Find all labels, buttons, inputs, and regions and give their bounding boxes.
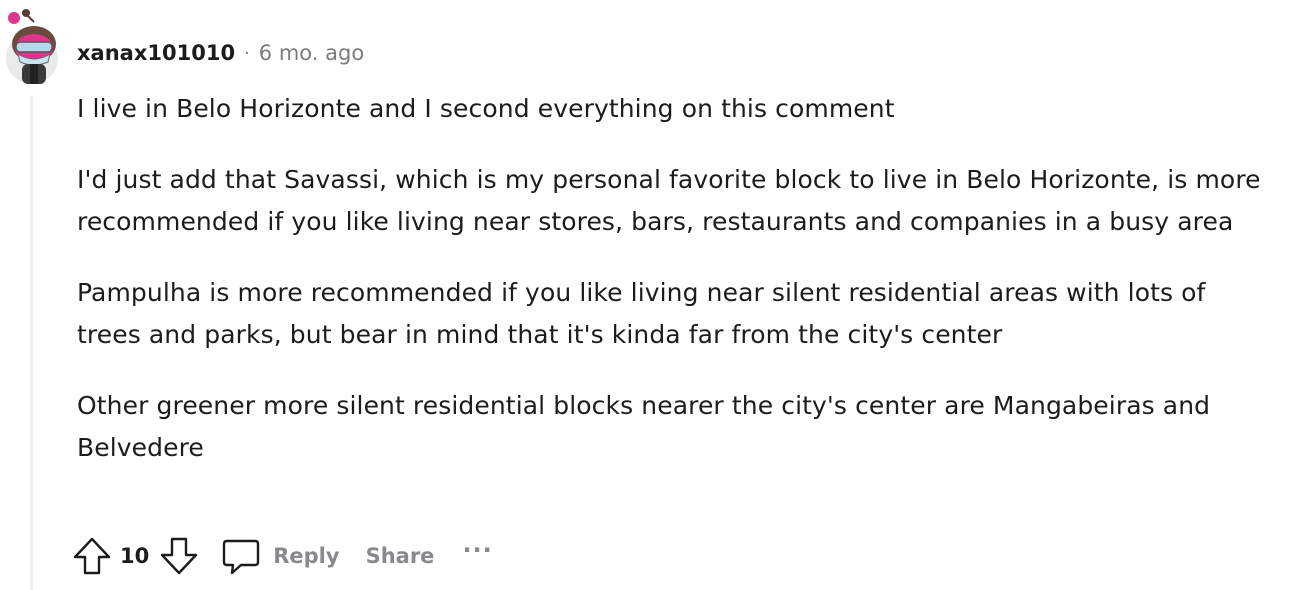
downvote-button[interactable]: [159, 535, 199, 577]
paragraph: I'd just add that Savassi, which is my p…: [77, 164, 1261, 237]
separator-dot: ·: [244, 42, 250, 64]
arrow-up-icon: [73, 537, 111, 575]
arrow-down-icon: [161, 537, 198, 575]
thread-line[interactable]: [30, 96, 33, 590]
vote-score: 10: [120, 544, 150, 568]
comment: xanax101010 · 6 mo. ago I live in Belo H…: [0, 0, 1298, 590]
user-avatar[interactable]: [4, 6, 60, 84]
upvote-button[interactable]: [72, 535, 112, 577]
comment-actions: 10 Reply Share ···: [72, 533, 493, 579]
share-button[interactable]: Share: [366, 544, 435, 568]
reply-button[interactable]: Reply: [221, 535, 340, 577]
comment-header: xanax101010 · 6 mo. ago: [77, 38, 364, 68]
snoo-avatar-icon: [6, 9, 58, 84]
speech-bubble-icon: [223, 539, 260, 575]
paragraph: I live in Belo Horizonte and I second ev…: [77, 94, 895, 123]
reply-label: Reply: [273, 544, 340, 568]
username-link[interactable]: xanax101010: [77, 41, 235, 65]
comment-body: I live in Belo Horizonte and I second ev…: [77, 88, 1267, 498]
more-options-button[interactable]: ···: [462, 536, 492, 564]
paragraph: Pampulha is more recommended if you like…: [77, 277, 1206, 350]
paragraph: Other greener more silent residential bl…: [77, 390, 1211, 463]
timestamp[interactable]: 6 mo. ago: [259, 41, 364, 65]
